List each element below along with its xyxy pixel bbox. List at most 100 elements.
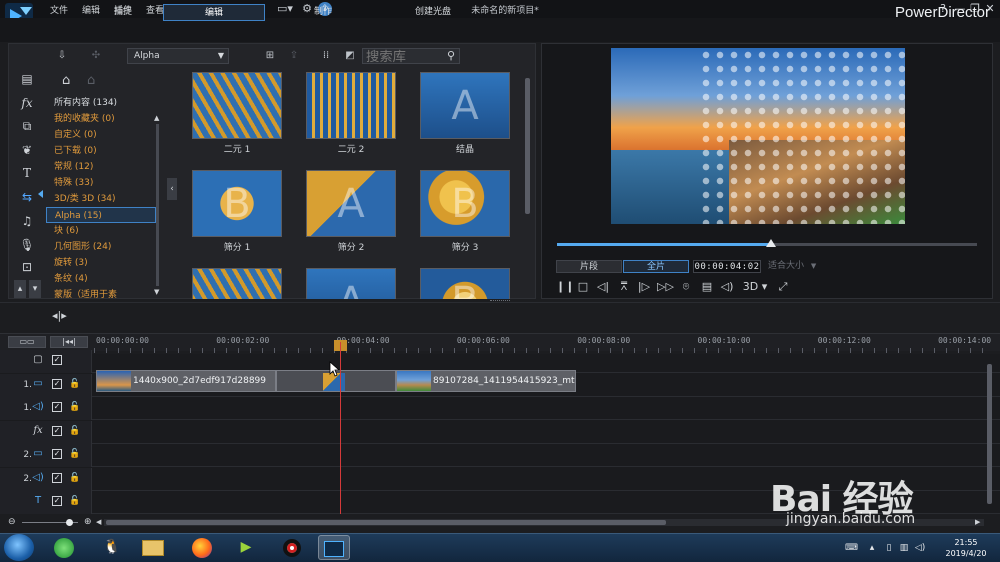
quick-preview-icon[interactable]: ⩞ xyxy=(617,280,631,294)
preview-seek-handle[interactable] xyxy=(766,239,777,247)
start-button[interactable] xyxy=(4,534,34,561)
video-clip-1[interactable]: 1440x900_2d7edf917d28899 xyxy=(96,370,276,392)
timeline-zoom-slider[interactable]: ⊖ ⊕ xyxy=(8,517,94,527)
add-favorite-tag-icon[interactable]: ⌂ xyxy=(62,73,78,91)
track-enable-checkbox[interactable]: ✓ xyxy=(52,496,62,506)
track-enable-checkbox[interactable]: ✓ xyxy=(52,378,62,389)
browser-360-icon[interactable] xyxy=(48,535,80,560)
library-scrollbar[interactable] xyxy=(524,68,531,298)
stop-icon[interactable]: □ xyxy=(576,280,590,294)
track-enable-checkbox[interactable]: ✓ xyxy=(52,402,62,412)
track-lock-icon[interactable]: 🔓 xyxy=(69,426,80,437)
title-room-icon[interactable]: T xyxy=(18,164,36,182)
track-enable-checkbox[interactable]: ✓ xyxy=(52,449,62,459)
voiceover-icon[interactable]: 🎙 xyxy=(18,236,36,254)
transition-thumbnail-item[interactable]: B xyxy=(416,266,524,299)
fx-room-icon[interactable]: fx xyxy=(18,94,36,112)
volume-tray-icon[interactable]: ◁) xyxy=(914,542,926,554)
pip-room-icon[interactable]: ⧉ xyxy=(18,117,36,135)
powerdirector-taskbar-icon[interactable] xyxy=(318,535,350,560)
device-icon[interactable]: ▯ xyxy=(883,542,895,554)
library-filter-dropdown[interactable]: Alpha ▼ xyxy=(127,48,229,64)
track-lock-icon[interactable]: 🔓 xyxy=(69,473,80,484)
timeline-view-tab[interactable]: |◂◂| xyxy=(50,336,88,348)
tab-create-disc[interactable]: 创建光盘 xyxy=(382,4,484,21)
category-item[interactable]: 自定义 (0) xyxy=(46,127,156,143)
category-item[interactable]: 已下载 (0) xyxy=(46,143,156,159)
transition-thumbnail-item[interactable]: B 筛分 3 xyxy=(416,168,524,264)
category-item[interactable]: 条纹 (4) xyxy=(46,271,156,287)
track-lock-icon[interactable]: 🔓 xyxy=(69,449,80,460)
previous-frame-icon[interactable]: ◁| xyxy=(596,280,610,294)
scroll-right-icon[interactable]: ▶ xyxy=(975,518,980,526)
track-header[interactable]: 1. ▭ ✓ 🔓 xyxy=(0,373,92,397)
play-pause-icon[interactable]: ❙❙ xyxy=(556,280,574,294)
track-enable-checkbox[interactable]: ✓ xyxy=(52,425,62,436)
category-item[interactable]: 几何图形 (24) xyxy=(46,239,156,255)
track-enable-checkbox[interactable]: ✓ xyxy=(52,472,62,483)
next-frame-icon[interactable]: |▷ xyxy=(637,280,651,294)
undock-preview-icon[interactable]: ⤢ xyxy=(776,280,790,294)
rail-up-icon[interactable]: ▴ xyxy=(14,280,26,298)
category-item[interactable]: 旋转 (3) xyxy=(46,255,156,271)
firefox-icon[interactable] xyxy=(186,535,218,560)
track-header[interactable]: 2. ◁) ✓ 🔓 xyxy=(0,467,92,491)
media-room-icon[interactable]: ▤ xyxy=(18,70,36,88)
transition-thumbnail-item[interactable]: 二元 1 xyxy=(188,70,298,166)
keyboard-icon[interactable]: ⌨ xyxy=(845,542,858,554)
category-item[interactable]: 我的收藏夹 (0) xyxy=(46,111,156,127)
transition-thumbnail-item[interactable]: A 结晶 xyxy=(416,70,524,166)
screen-recorder-icon[interactable] xyxy=(276,535,308,560)
transition-thumbnail-item[interactable]: B 筛分 1 xyxy=(188,168,298,264)
subtitle-room-icon[interactable]: ⊡ xyxy=(18,258,36,276)
audio-mixing-icon[interactable]: ♫ xyxy=(18,212,36,230)
category-scrollbar[interactable]: ▲ ▼ xyxy=(154,114,160,296)
snapshot-icon[interactable]: ⌾ xyxy=(679,280,693,294)
rail-down-icon[interactable]: ▾ xyxy=(29,280,41,298)
track-lock-icon[interactable]: 🔓 xyxy=(69,379,80,390)
track-header[interactable]: T ✓ 🔓 xyxy=(0,491,92,514)
track-header[interactable]: fx ✓ 🔓 xyxy=(0,420,92,444)
media-player-icon[interactable]: ▶ xyxy=(230,535,262,560)
collapse-panel-button[interactable]: ‹ xyxy=(167,178,177,200)
search-icon[interactable]: ⚲ xyxy=(444,49,458,63)
file-explorer-icon[interactable] xyxy=(137,535,169,560)
qq-icon[interactable]: 🐧 xyxy=(96,535,128,560)
category-item[interactable]: 蒙版（适用于素 xyxy=(46,287,156,299)
storyboard-view-tab[interactable]: ▭▭ xyxy=(8,336,46,348)
zoom-in-icon[interactable]: ⊕ xyxy=(84,517,92,527)
timeline-vertical-scrollbar[interactable] xyxy=(986,362,993,512)
transition-thumbnail-item[interactable] xyxy=(188,266,298,299)
movie-mode-button[interactable]: 全片 xyxy=(623,260,689,273)
network-icon[interactable]: ▥ xyxy=(898,542,910,554)
tray-expand-icon[interactable]: ▴ xyxy=(866,542,878,554)
track-lock-icon[interactable]: 🔓 xyxy=(69,496,80,507)
import-media-icon[interactable]: ⇩ xyxy=(54,49,70,63)
preview-quality-dropdown[interactable]: 适合大小 ▼ xyxy=(768,260,826,273)
system-clock[interactable]: 21:55 2019/4/20 xyxy=(936,537,996,559)
menu-file[interactable]: 文件 xyxy=(50,3,68,16)
transition-thumbnail-item[interactable]: A 筛分 2 xyxy=(302,168,412,264)
subtitle-icon[interactable]: ▤ xyxy=(700,280,714,294)
fast-forward-icon[interactable]: ▷▷ xyxy=(657,280,674,294)
tab-produce[interactable]: 制作 xyxy=(272,4,374,21)
track-header[interactable]: ▢ ✓ xyxy=(0,350,92,373)
track-header[interactable]: 2. ▭ ✓ 🔓 xyxy=(0,444,92,467)
zoom-out-icon[interactable]: ⊖ xyxy=(8,517,16,527)
transition-thumbnail-item[interactable]: A xyxy=(302,266,412,299)
particle-room-icon[interactable]: ❦ xyxy=(18,141,36,159)
zoom-slider-handle[interactable] xyxy=(66,519,73,526)
volume-icon[interactable]: ◁) xyxy=(720,280,734,294)
transition-thumbnail-item[interactable]: 二元 2 xyxy=(302,70,412,166)
clip-mode-button[interactable]: 片段 xyxy=(556,260,622,273)
category-item[interactable]: 特殊 (33) xyxy=(46,175,156,191)
grid-view-icon[interactable]: ⁞⁞ xyxy=(318,49,334,63)
category-item[interactable]: 所有内容 (134) xyxy=(46,95,156,111)
video-clip-2[interactable]: 89107284_1411954415923_mthum xyxy=(396,370,576,392)
track-enable-checkbox[interactable]: ✓ xyxy=(52,355,62,365)
timecode-display[interactable]: 00:00:04:02 xyxy=(693,260,761,273)
scroll-left-icon[interactable]: ◀ xyxy=(96,518,101,526)
tab-edit[interactable]: 编辑 xyxy=(163,4,265,21)
category-item[interactable]: 常规 (12) xyxy=(46,159,156,175)
track-header[interactable]: 1. ◁) ✓ 🔓 xyxy=(0,397,92,420)
